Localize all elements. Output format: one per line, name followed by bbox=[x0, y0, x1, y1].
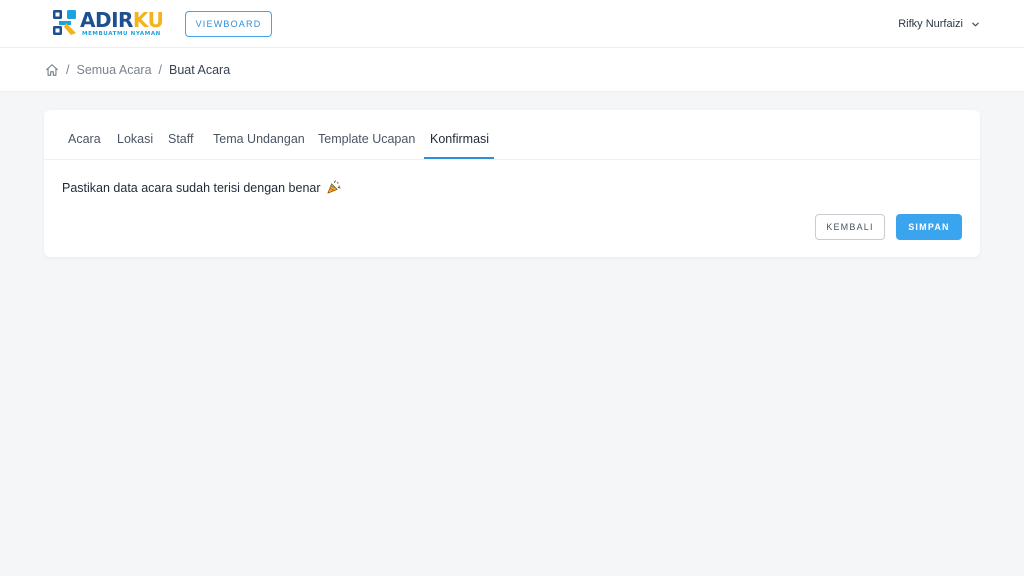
breadcrumb-item-buat-acara: Buat Acara bbox=[169, 63, 231, 77]
create-event-card: Acara Lokasi Staff Tema Undangan Templat… bbox=[44, 110, 980, 257]
breadcrumb: / Semua Acara / Buat Acara bbox=[45, 61, 230, 79]
home-icon[interactable] bbox=[45, 63, 59, 77]
tab-staff[interactable]: Staff bbox=[168, 132, 193, 146]
top-navbar: ADIRKU MEMBUATMU NYAMAN VIEWBOARD Rifky … bbox=[0, 0, 1024, 48]
viewboard-button[interactable]: VIEWBOARD bbox=[185, 11, 272, 37]
user-name: Rifky Nurfaizi bbox=[898, 18, 963, 30]
tab-lokasi[interactable]: Lokasi bbox=[117, 132, 153, 146]
save-button[interactable]: SIMPAN bbox=[896, 214, 962, 240]
chevron-down-icon bbox=[972, 22, 979, 26]
active-tab-indicator bbox=[424, 157, 494, 159]
user-menu[interactable]: Rifky Nurfaizi bbox=[898, 15, 980, 33]
logo-mark-icon bbox=[53, 10, 76, 35]
logo-wordmark: ADIRKU bbox=[80, 8, 164, 32]
tab-tema-undangan[interactable]: Tema Undangan bbox=[213, 132, 305, 146]
logo-tagline: MEMBUATMU NYAMAN bbox=[82, 31, 161, 37]
confirmation-text: Pastikan data acara sudah terisi dengan … bbox=[62, 180, 321, 195]
tab-template-ucapan[interactable]: Template Ucapan bbox=[318, 132, 415, 146]
confirmation-message: Pastikan data acara sudah terisi dengan … bbox=[62, 180, 341, 195]
tab-acara[interactable]: Acara bbox=[68, 132, 101, 146]
breadcrumb-separator: / bbox=[66, 63, 70, 77]
breadcrumb-item-semua-acara[interactable]: Semua Acara bbox=[76, 63, 151, 77]
app-logo[interactable]: ADIRKU MEMBUATMU NYAMAN bbox=[52, 8, 170, 40]
tab-konfirmasi[interactable]: Konfirmasi bbox=[430, 132, 489, 146]
back-button[interactable]: KEMBALI bbox=[815, 214, 885, 240]
party-popper-icon bbox=[327, 180, 340, 194]
breadcrumb-separator: / bbox=[158, 63, 163, 77]
breadcrumb-bar: / Semua Acara / Buat Acara bbox=[0, 48, 1024, 92]
event-tabs: Acara Lokasi Staff Tema Undangan Templat… bbox=[44, 110, 980, 160]
